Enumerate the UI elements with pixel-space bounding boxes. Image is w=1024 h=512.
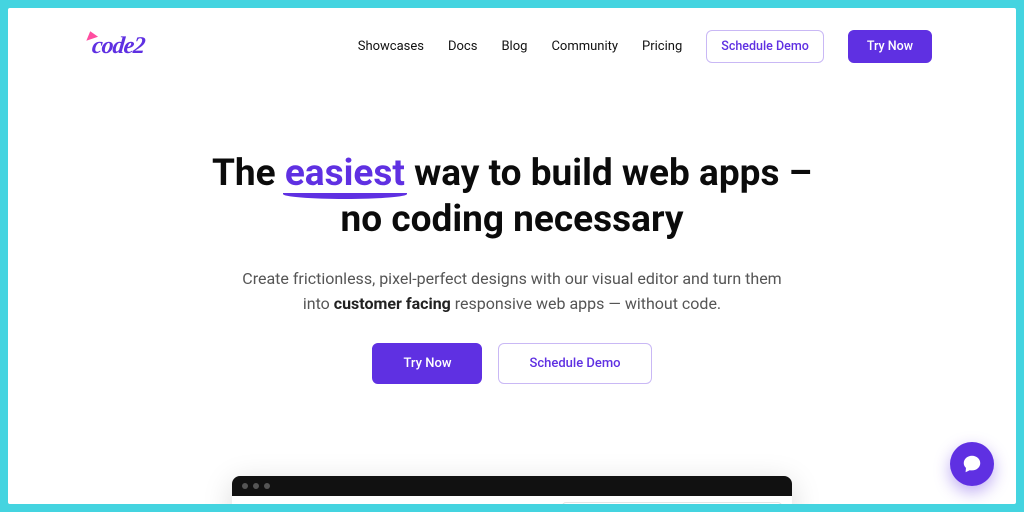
window-dot-icon bbox=[242, 483, 248, 489]
nav-link-showcases[interactable]: Showcases bbox=[358, 39, 424, 54]
browser-chrome-bar bbox=[232, 476, 792, 496]
window-dot-icon bbox=[264, 483, 270, 489]
hero-section: The easiest way to build web apps – no c… bbox=[8, 151, 1016, 384]
nav-link-pricing[interactable]: Pricing bbox=[642, 39, 682, 54]
chat-icon bbox=[961, 453, 983, 475]
browser-body bbox=[232, 496, 792, 504]
hero-schedule-demo-button[interactable]: Schedule Demo bbox=[498, 343, 651, 384]
nav-link-community[interactable]: Community bbox=[551, 39, 618, 54]
site-header: code2 Showcases Docs Blog Community Pric… bbox=[8, 8, 1016, 63]
subtext-bold: customer facing bbox=[334, 294, 451, 313]
hero-cta-row: Try Now Schedule Demo bbox=[88, 343, 936, 384]
window-dot-icon bbox=[253, 483, 259, 489]
headline-highlight: easiest bbox=[285, 151, 405, 197]
chat-widget-button[interactable] bbox=[950, 442, 994, 486]
product-screenshot-mock bbox=[232, 476, 792, 504]
headline-post: way to build web apps – no coding necess… bbox=[341, 152, 813, 241]
brand-logo[interactable]: code2 bbox=[91, 33, 146, 60]
mock-search-bar bbox=[562, 502, 782, 504]
try-now-button[interactable]: Try Now bbox=[848, 30, 932, 63]
hero-headline: The easiest way to build web apps – no c… bbox=[192, 151, 832, 244]
hero-try-now-button[interactable]: Try Now bbox=[372, 343, 482, 384]
headline-pre: The bbox=[212, 152, 285, 195]
primary-nav: Showcases Docs Blog Community Pricing Sc… bbox=[358, 30, 932, 63]
subtext-post: responsive web apps — without code. bbox=[451, 294, 721, 313]
hero-subtext: Create frictionless, pixel-perfect desig… bbox=[232, 266, 792, 317]
nav-link-docs[interactable]: Docs bbox=[448, 39, 477, 54]
schedule-demo-button[interactable]: Schedule Demo bbox=[706, 30, 824, 63]
nav-link-blog[interactable]: Blog bbox=[501, 39, 527, 54]
